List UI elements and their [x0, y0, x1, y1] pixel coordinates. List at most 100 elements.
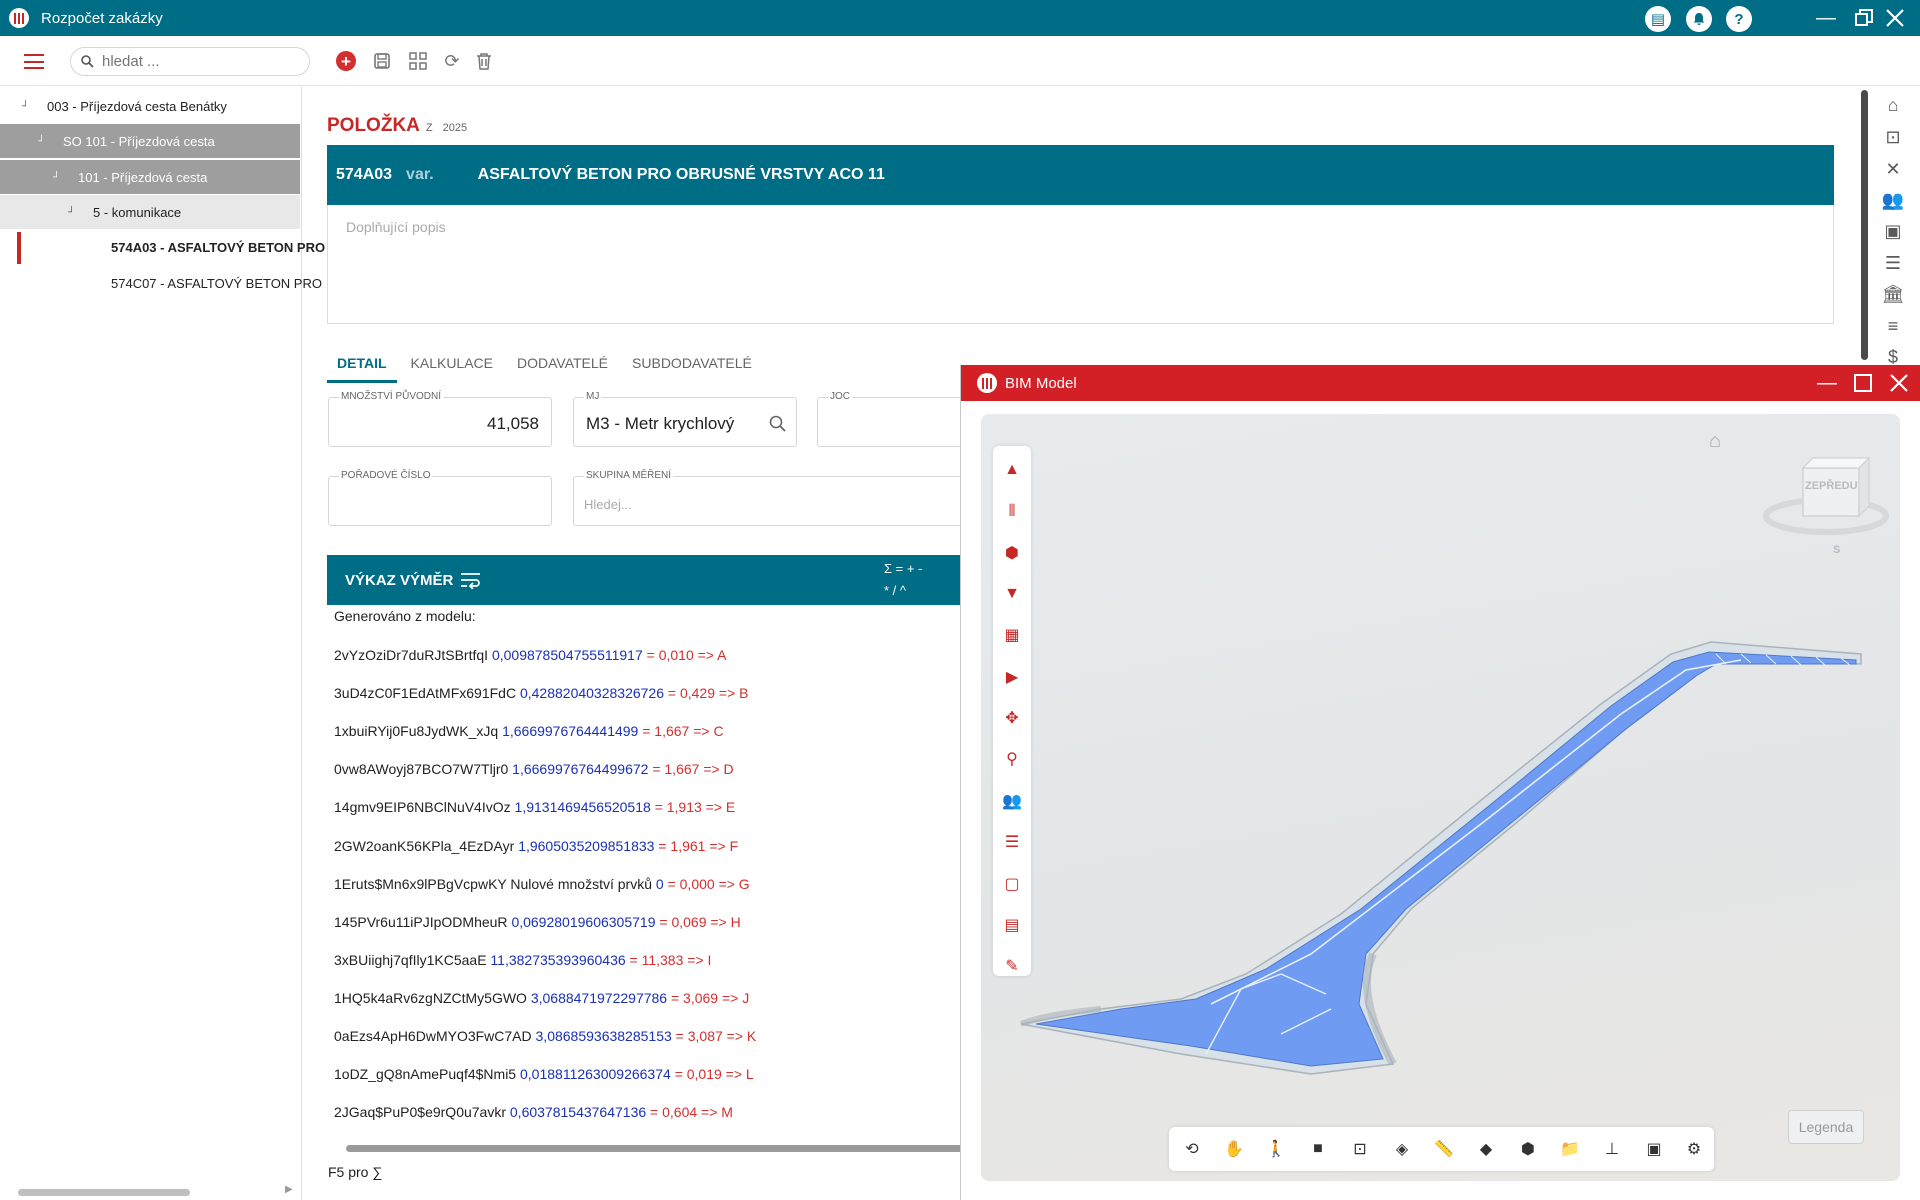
operators-row2[interactable]: * / ^: [884, 583, 906, 598]
add-button[interactable]: +: [334, 49, 358, 73]
bell-icon[interactable]: [1686, 6, 1712, 32]
rounded-result: = 3,087 => K: [675, 1028, 757, 1044]
legend-button[interactable]: Legenda: [1788, 1110, 1864, 1144]
rounded-result: = 0,010 => A: [646, 647, 727, 663]
bim-maximize-icon[interactable]: [1849, 369, 1877, 397]
item-variant[interactable]: var.: [406, 166, 434, 184]
rounded-result: = 1,667 => C: [642, 723, 724, 740]
report-icon[interactable]: ▤: [993, 909, 1031, 941]
scroll-right-icon[interactable]: ▶: [285, 1184, 293, 1195]
minimize-icon[interactable]: —: [1812, 4, 1840, 32]
home-search-icon[interactable]: ⌂: [1878, 92, 1908, 118]
vykaz-horizontal-scrollbar[interactable]: [346, 1145, 986, 1152]
grid-view-button[interactable]: [406, 49, 430, 73]
element-id: 1Eruts$Mn6x9lPBgVcpwKY Nulové množství p…: [334, 875, 652, 892]
operators-row1[interactable]: Σ = + -: [884, 561, 922, 576]
hierarchy-icon[interactable]: ⊥: [1595, 1133, 1629, 1165]
tree-horizontal-scrollbar[interactable]: [18, 1189, 190, 1196]
bim-minimize-icon[interactable]: —: [1813, 369, 1841, 397]
tab-kalkulace[interactable]: KALKULACE: [401, 343, 503, 383]
collapse-icon[interactable]: ┘: [68, 207, 75, 218]
unit-field[interactable]: MJ M3 - Metr krychlový: [573, 391, 797, 447]
tab-dodavatele[interactable]: DODAVATELÉ: [507, 343, 618, 383]
collapse-icon[interactable]: ┘: [22, 101, 29, 112]
list-icon[interactable]: ☰: [993, 826, 1031, 858]
play-icon[interactable]: ▶: [993, 661, 1031, 693]
view-cube[interactable]: [1761, 454, 1891, 544]
camera-icon[interactable]: ■: [1301, 1133, 1335, 1165]
move-arrows-icon[interactable]: ✥: [993, 702, 1031, 734]
users-icon[interactable]: 👥: [1878, 187, 1908, 213]
measure-ruler-icon[interactable]: 📏: [1427, 1133, 1461, 1165]
vykaz-line: 1oDZ_gQ8nAmePuqf4$Nmi5 0,018811263009266…: [334, 1066, 754, 1082]
search-input[interactable]: [102, 53, 292, 70]
app-title: Rozpočet zakázky: [41, 9, 163, 27]
close-icon[interactable]: [1881, 4, 1909, 32]
table-icon[interactable]: ▦: [993, 619, 1031, 651]
raw-value: 1,6669976764499672: [512, 761, 649, 778]
tree-item-komunikace[interactable]: ┘ 5 - komunikace: [0, 195, 300, 229]
tree-item-574a03[interactable]: 574A03 - ASFALTOVÝ BETON PRO: [0, 230, 325, 264]
raw-value: 0,6037815437647136: [509, 1104, 647, 1121]
element-id: 145PVr6u11iPJIpODMheuR: [334, 913, 508, 930]
delete-button[interactable]: [472, 49, 496, 73]
location-pin-icon[interactable]: ⚲: [993, 743, 1031, 775]
tools-icon[interactable]: ✕: [1878, 156, 1908, 182]
collapse-icon[interactable]: ┘: [53, 172, 60, 183]
explode-model-icon[interactable]: ⬢: [1511, 1133, 1545, 1165]
bim-3d-viewport[interactable]: ZEPŘEDU S ⌂ ▲ ⦀ ⬢ ▼ ▦ ▶ ✥ ⚲ 👥 ☰ ▢ ▤ ✎ ⟲ …: [981, 414, 1900, 1181]
edit-icon[interactable]: ✎: [993, 950, 1031, 982]
walk-person-icon[interactable]: 🚶: [1259, 1133, 1293, 1165]
search-box[interactable]: [70, 47, 310, 76]
tree-item-so101[interactable]: ┘ SO 101 - Příjezdová cesta: [0, 124, 300, 158]
settings-sliders-icon[interactable]: ≡: [1878, 313, 1908, 339]
zoom-document-icon[interactable]: ⊡: [1878, 124, 1908, 150]
document-icon[interactable]: ▤: [1645, 6, 1671, 32]
wrap-text-icon[interactable]: [460, 572, 482, 589]
checklist-icon[interactable]: ☰: [1878, 250, 1908, 276]
collapse-up-icon[interactable]: ▲: [993, 454, 1031, 486]
tree-item-101[interactable]: ┘ 101 - Příjezdová cesta: [0, 160, 300, 194]
element-id: 2JGaq$PuP0$e9rQ0u7avkr: [334, 1104, 506, 1121]
order-number-field[interactable]: POŘADOVÉ ČÍSLO: [328, 470, 552, 526]
layers-icon[interactable]: ◆: [1469, 1133, 1503, 1165]
properties-icon[interactable]: ▣: [1637, 1133, 1671, 1165]
tab-subdodavatele[interactable]: SUBDODAVATELÉ: [622, 343, 762, 383]
logo-tool-icon[interactable]: ⦀: [993, 496, 1031, 528]
document-download-icon[interactable]: ▼: [993, 578, 1031, 610]
search-icon[interactable]: [769, 415, 786, 432]
tree-item-project[interactable]: ┘ 003 - Příjezdová cesta Benátky: [0, 89, 300, 123]
section-cube-icon[interactable]: ◈: [1385, 1133, 1419, 1165]
rounded-result: = 11,383 => I: [629, 951, 712, 968]
description-field[interactable]: Doplňující popis: [327, 205, 1834, 324]
rounded-result: = 1,913 => E: [654, 799, 736, 816]
pan-hand-icon[interactable]: ✋: [1217, 1133, 1251, 1165]
help-icon[interactable]: ?: [1726, 6, 1752, 32]
menu-icon[interactable]: [24, 54, 44, 69]
refresh-button[interactable]: ⟳: [440, 49, 464, 73]
collapse-icon[interactable]: ┘: [38, 136, 45, 147]
home-icon[interactable]: ⌂: [1709, 430, 1721, 453]
bim-titlebar: BIM Model —: [961, 365, 1920, 401]
main-vertical-scrollbar[interactable]: [1861, 90, 1868, 360]
item-name: ASFALTOVÝ BETON PRO OBRUSNÉ VRSTVY ACO 1…: [477, 166, 885, 183]
quantity-field[interactable]: MNOŽSTVÍ PŮVODNÍ 41,058: [328, 391, 552, 447]
restore-icon[interactable]: [1850, 4, 1878, 32]
element-id: 14gmv9EIP6NBClNuV4IvOz: [334, 799, 511, 816]
users-group-icon[interactable]: 👥: [993, 785, 1031, 817]
gear-icon[interactable]: ⚙: [1677, 1133, 1711, 1165]
tree-item-574c07[interactable]: 574C07 - ASFALTOVÝ BETON PRO: [0, 266, 322, 300]
orbit-icon[interactable]: ⟲: [1175, 1133, 1209, 1165]
raw-value: 1,9131469456520518: [514, 799, 651, 816]
zoom-box-icon[interactable]: ⊡: [1343, 1133, 1377, 1165]
bank-icon[interactable]: 🏛: [1878, 281, 1908, 307]
view-cube-front-label[interactable]: ZEPŘEDU: [1805, 480, 1858, 492]
bim-close-icon[interactable]: [1885, 369, 1913, 397]
frame-icon[interactable]: ▢: [993, 868, 1031, 900]
measure-group-field[interactable]: SKUPINA MĚŘENÍ Hledej...: [573, 470, 987, 526]
tab-detail[interactable]: DETAIL: [327, 343, 397, 383]
money-icon[interactable]: ▣: [1878, 218, 1908, 244]
folder-icon[interactable]: 📁: [1553, 1133, 1587, 1165]
cube-tool-icon[interactable]: ⬢: [993, 537, 1031, 569]
save-button[interactable]: [370, 49, 394, 73]
